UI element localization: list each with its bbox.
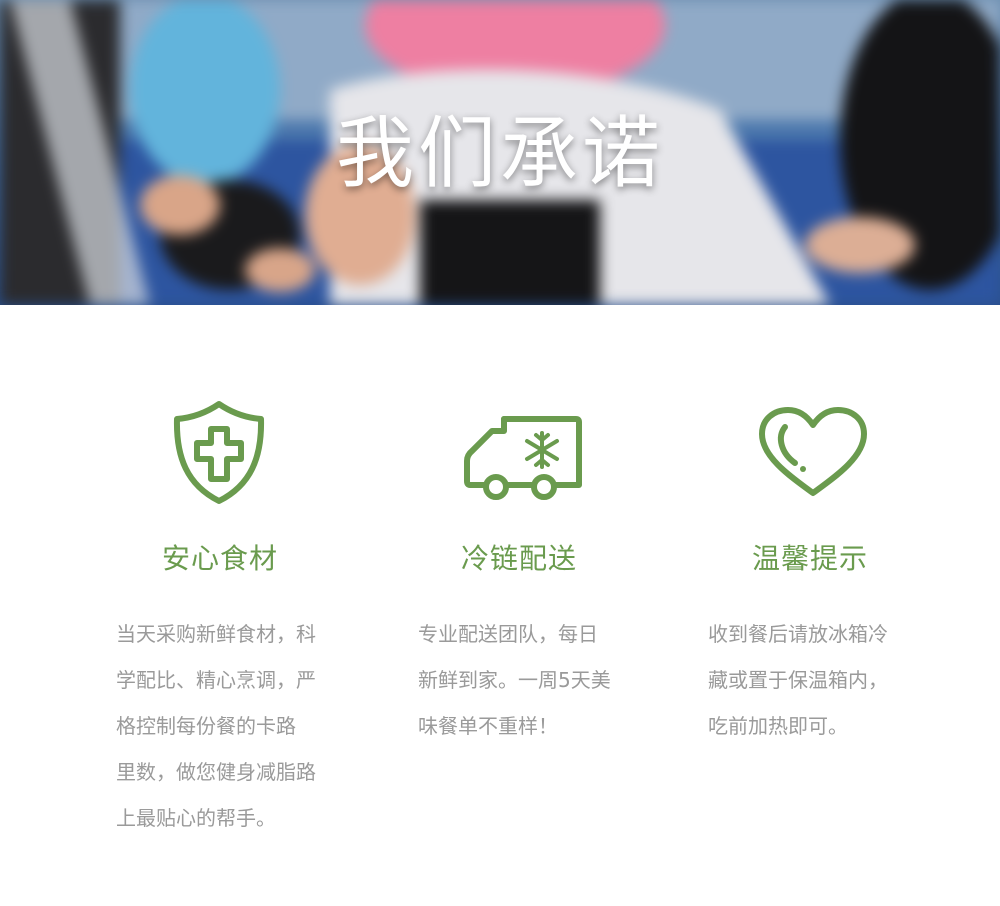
feature-title: 温馨提示 <box>752 542 869 575</box>
hero-banner: 我们承诺 <box>0 0 1000 305</box>
feature-description: 收到餐后请放冰箱冷 藏或置于保温箱内， 吃前加热即可。 <box>708 622 888 738</box>
refrigerated-truck-icon <box>464 416 582 500</box>
feature-description: 当天采购新鲜食材，科 学配比、精心烹调，严 格控制每份餐的卡路 里数，做您健身减… <box>116 622 316 830</box>
heart-icon <box>759 407 867 496</box>
feature-title: 安心食材 <box>162 542 279 575</box>
feature-description: 专业配送团队，每日 新鲜到家。一周5天美 味餐单不重样！ <box>418 622 611 738</box>
shield-cross-icon <box>173 401 265 504</box>
feature-title: 冷链配送 <box>461 542 578 575</box>
hero-title: 我们承诺 <box>335 109 664 199</box>
promise-features: 安心食材 当天采购新鲜食材，科 学配比、精心烹调，严 格控制每份餐的卡路 里数，… <box>0 305 1000 906</box>
